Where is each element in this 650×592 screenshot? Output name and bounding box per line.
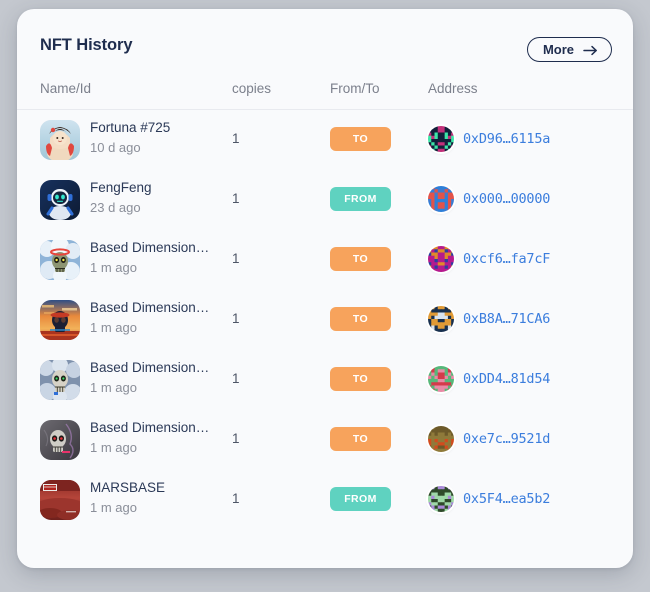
address-cell: 0x5F4…ea5b2 bbox=[428, 486, 550, 512]
address-cell: 0xcf6…fa7cF bbox=[428, 246, 550, 272]
nft-timestamp: 1 m ago bbox=[90, 320, 137, 335]
nft-timestamp: 10 d ago bbox=[90, 140, 141, 155]
nft-name: Fortuna #725 bbox=[90, 120, 171, 135]
direction-badge: TO bbox=[330, 307, 391, 331]
address-blockie-icon bbox=[428, 246, 454, 272]
nft-timestamp: 1 m ago bbox=[90, 500, 137, 515]
nft-copies: 1 bbox=[232, 491, 240, 506]
more-button-label: More bbox=[542, 42, 574, 57]
nft-name: Based Dimension… bbox=[90, 420, 210, 435]
direction-badge: FROM bbox=[330, 187, 391, 211]
address-blockie-icon bbox=[428, 486, 454, 512]
address-link[interactable]: 0xD96…6115a bbox=[463, 131, 550, 147]
address-link[interactable]: 0xcf6…fa7cF bbox=[463, 251, 550, 267]
direction-badge: TO bbox=[330, 247, 391, 271]
address-blockie-icon bbox=[428, 306, 454, 332]
nft-name: FengFeng bbox=[90, 180, 152, 195]
nft-thumbnail-based-sunset[interactable] bbox=[40, 300, 80, 340]
nft-identity: Based Dimension… 1 m ago bbox=[90, 359, 225, 397]
nft-identity: Based Dimension… 1 m ago bbox=[90, 299, 225, 337]
address-blockie-icon bbox=[428, 126, 454, 152]
nft-history-card: NFT History More Name/Id copies From/To … bbox=[17, 9, 633, 568]
nft-thumbnail-fortuna[interactable] bbox=[40, 120, 80, 160]
nft-timestamp: 1 m ago bbox=[90, 260, 137, 275]
address-link[interactable]: 0x000…00000 bbox=[463, 191, 550, 207]
address-cell: 0xB8A…71CA6 bbox=[428, 306, 550, 332]
nft-thumbnail-marsbase[interactable] bbox=[40, 480, 80, 520]
address-cell: 0x000…00000 bbox=[428, 186, 550, 212]
column-header-address: Address bbox=[428, 81, 478, 96]
nft-thumbnail-fengfeng[interactable] bbox=[40, 180, 80, 220]
table-row[interactable]: Based Dimension… 1 m ago 1 TO 0xB8A…71CA6 bbox=[17, 290, 633, 350]
address-link[interactable]: 0xDD4…81d54 bbox=[463, 371, 550, 387]
card-header: NFT History More bbox=[17, 9, 633, 69]
nft-thumbnail-based-dark-skull[interactable] bbox=[40, 420, 80, 460]
nft-history-rows: Fortuna #725 10 d ago 1 TO 0xD96…6115a FengFe… bbox=[17, 110, 633, 530]
nft-thumbnail-based-grey-skull[interactable] bbox=[40, 360, 80, 400]
table-row[interactable]: Based Dimension… 1 m ago 1 TO 0xDD4…81d54 bbox=[17, 350, 633, 410]
nft-timestamp: 1 m ago bbox=[90, 380, 137, 395]
nft-name: Based Dimension… bbox=[90, 360, 210, 375]
column-header-fromto: From/To bbox=[330, 81, 380, 96]
address-link[interactable]: 0x5F4…ea5b2 bbox=[463, 491, 550, 507]
nft-identity: FengFeng 23 d ago bbox=[90, 179, 225, 217]
address-blockie-icon bbox=[428, 426, 454, 452]
nft-copies: 1 bbox=[232, 311, 240, 326]
direction-badge: TO bbox=[330, 367, 391, 391]
table-row[interactable]: FengFeng 23 d ago 1 FROM 0x000…00000 bbox=[17, 170, 633, 230]
address-cell: 0xe7c…9521d bbox=[428, 426, 550, 452]
nft-identity: MARSBASE 1 m ago bbox=[90, 479, 225, 517]
address-blockie-icon bbox=[428, 366, 454, 392]
nft-identity: Based Dimension… 1 m ago bbox=[90, 419, 225, 457]
nft-copies: 1 bbox=[232, 251, 240, 266]
column-header-name: Name/Id bbox=[40, 81, 92, 96]
arrow-right-icon bbox=[583, 44, 598, 56]
nft-name: Based Dimension… bbox=[90, 240, 210, 255]
address-link[interactable]: 0xe7c…9521d bbox=[463, 431, 550, 447]
address-cell: 0xDD4…81d54 bbox=[428, 366, 550, 392]
address-link[interactable]: 0xB8A…71CA6 bbox=[463, 311, 550, 327]
nft-identity: Based Dimension… 1 m ago bbox=[90, 239, 225, 277]
page-title: NFT History bbox=[40, 36, 133, 54]
column-headers: Name/Id copies From/To Address bbox=[17, 69, 633, 109]
nft-timestamp: 23 d ago bbox=[90, 200, 141, 215]
direction-badge: FROM bbox=[330, 487, 391, 511]
nft-identity: Fortuna #725 10 d ago bbox=[90, 119, 225, 157]
address-blockie-icon bbox=[428, 186, 454, 212]
nft-name: MARSBASE bbox=[90, 480, 166, 495]
column-header-copies: copies bbox=[232, 81, 272, 96]
table-row[interactable]: MARSBASE 1 m ago 1 FROM 0x5F4…ea5b2 bbox=[17, 470, 633, 530]
direction-badge: TO bbox=[330, 427, 391, 451]
more-button[interactable]: More bbox=[526, 37, 612, 62]
nft-copies: 1 bbox=[232, 371, 240, 386]
address-cell: 0xD96…6115a bbox=[428, 126, 550, 152]
nft-thumbnail-based-clouds-skull[interactable] bbox=[40, 240, 80, 280]
table-row[interactable]: Fortuna #725 10 d ago 1 TO 0xD96…6115a bbox=[17, 110, 633, 170]
nft-copies: 1 bbox=[232, 131, 240, 146]
nft-name: Based Dimension… bbox=[90, 300, 210, 315]
nft-copies: 1 bbox=[232, 431, 240, 446]
nft-timestamp: 1 m ago bbox=[90, 440, 137, 455]
direction-badge: TO bbox=[330, 127, 391, 151]
table-row[interactable]: Based Dimension… 1 m ago 1 TO 0xe7c…9521d bbox=[17, 410, 633, 470]
table-row[interactable]: Based Dimension… 1 m ago 1 TO 0xcf6…fa7cF bbox=[17, 230, 633, 290]
nft-copies: 1 bbox=[232, 191, 240, 206]
